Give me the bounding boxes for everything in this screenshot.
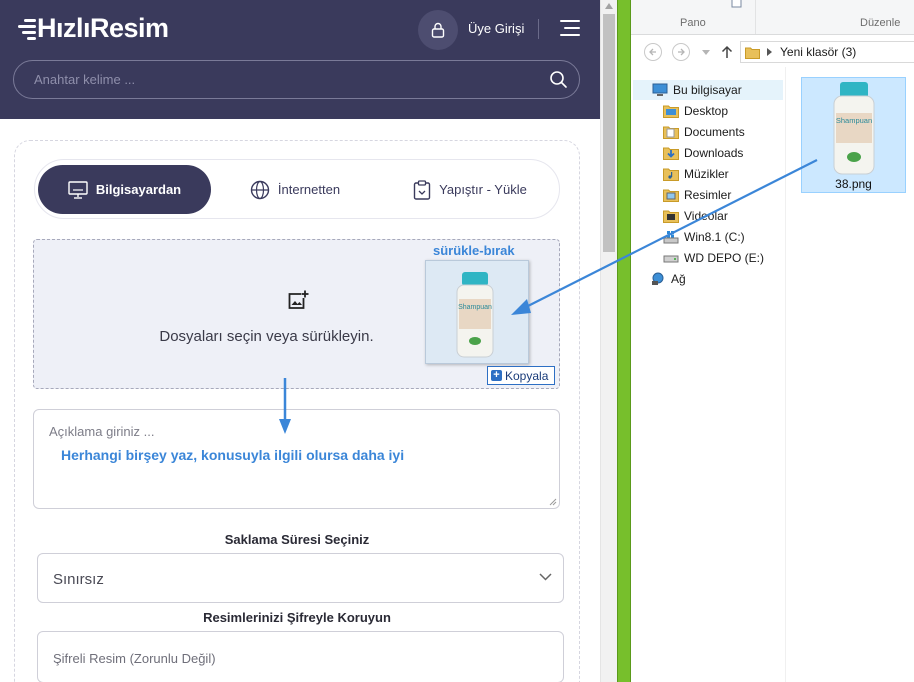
breadcrumb-separator-icon [767, 48, 772, 56]
drag-drop-annotation: sürükle-bırak [433, 243, 515, 258]
network-icon [652, 272, 664, 285]
copy-drag-badge: + Kopyala [487, 366, 555, 385]
tree-item-desktop[interactable]: Desktop [663, 101, 728, 121]
back-button[interactable] [644, 43, 662, 61]
password-placeholder: Şifreli Resim (Zorunlu Değil) [53, 651, 216, 666]
tree-item-label: Win8.1 (C:) [684, 230, 745, 244]
explorer-nav-bar: Yeni klasör (3) [631, 36, 914, 67]
scrollbar-thumb[interactable] [603, 14, 615, 252]
tree-item-label: Videolar [684, 209, 728, 223]
globe-icon [250, 180, 270, 199]
svg-text:Shampuan: Shampuan [836, 116, 872, 125]
search-icon[interactable] [549, 70, 568, 89]
pictures-folder-icon [663, 189, 679, 202]
recent-locations-chevron-icon[interactable] [702, 50, 710, 55]
tree-item-label: Müzikler [684, 167, 729, 181]
tree-item-downloads[interactable]: Downloads [663, 143, 743, 163]
tab-computer-label: Bilgisayardan [95, 182, 182, 197]
folder-icon [663, 105, 679, 118]
file-item-38png[interactable]: Shampuan 38.png [801, 77, 906, 193]
tree-item-music[interactable]: Müzikler [663, 164, 729, 184]
ribbon-group-clipboard: Pano [680, 17, 706, 29]
file-name: 38.png [835, 177, 872, 191]
upload-tabs: Bilgisayardan İnternetten Yapıştır - Yük… [34, 159, 560, 219]
tree-item-label: Resimler [684, 188, 732, 202]
windows-drive-icon [663, 231, 679, 244]
storage-duration-value: Sınırsız [53, 571, 104, 588]
login-lock-button[interactable] [418, 10, 458, 50]
file-explorer-window: Pano Düzenle Yeni klasör (3) Bu bilgisay… [631, 0, 914, 682]
description-placeholder: Açıklama giriniz ... [49, 424, 155, 439]
svg-text:Shampuan: Shampuan [458, 304, 492, 311]
login-link[interactable]: Üye Girişi [468, 21, 524, 36]
resize-handle-icon[interactable] [549, 498, 557, 506]
explorer-ribbon: Pano Düzenle [631, 0, 914, 35]
arrow-left-icon [649, 48, 656, 56]
hamburger-menu-icon[interactable] [560, 19, 580, 37]
storage-duration-label: Saklama Süresi Seçiniz [224, 532, 370, 547]
desktop-icon [68, 180, 88, 199]
download-folder-icon [663, 147, 679, 160]
forward-button[interactable] [672, 43, 690, 61]
tree-item-label: Desktop [684, 104, 729, 118]
tree-item-drive-c[interactable]: Win8.1 (C:) [663, 227, 745, 247]
storage-duration-select[interactable]: Sınırsız [37, 553, 564, 603]
browser-viewport: HızlıResim Üye Girişi Anahtar kelime ... [0, 0, 600, 682]
password-field[interactable]: Şifreli Resim (Zorunlu Değil) [37, 631, 564, 682]
video-folder-icon [663, 210, 679, 223]
tree-item-drive-e[interactable]: WD DEPO (E:) [663, 248, 764, 268]
dragged-image-preview: Shampuan [425, 260, 529, 364]
logo-text: HızlıResim [37, 12, 169, 43]
tree-item-pictures[interactable]: Resimler [663, 185, 731, 205]
tree-item-label: Bu bilgisayar [673, 83, 742, 97]
search-bar[interactable]: Anahtar kelime ... [13, 60, 580, 99]
clipboard-icon [413, 179, 431, 200]
search-input[interactable]: Anahtar kelime ... [34, 72, 135, 87]
address-text: Yeni klasör (3) [780, 45, 857, 59]
tab-paste-upload[interactable]: Yapıştır - Yükle [395, 165, 545, 214]
tab-computer[interactable]: Bilgisayardan [38, 165, 211, 214]
add-image-icon [288, 290, 309, 309]
music-folder-icon [663, 168, 679, 181]
shampoo-thumbnail: Shampuan [833, 82, 875, 175]
tab-internet[interactable]: İnternetten [231, 165, 359, 214]
password-label: Resimlerinizi Şifreyle Koruyun [203, 610, 391, 625]
shampoo-bottle-image: Shampuan [426, 261, 528, 363]
tree-item-network[interactable]: Ağ [650, 269, 686, 289]
address-bar[interactable]: Yeni klasör (3) [740, 41, 914, 63]
plus-icon: + [491, 370, 502, 381]
header-divider [538, 19, 539, 39]
description-annotation: Herhangi birşey yaz, konusuyla ilgili ol… [61, 447, 405, 463]
up-arrow-icon[interactable] [721, 45, 733, 59]
tree-item-label: Ağ [671, 272, 686, 286]
browser-scrollbar[interactable] [600, 0, 617, 682]
lock-icon [431, 22, 445, 38]
tree-item-label: Documents [684, 125, 745, 139]
chevron-down-icon [539, 573, 552, 581]
window-border [617, 0, 631, 682]
tab-paste-upload-label: Yapıştır - Yükle [439, 182, 527, 197]
tree-item-documents[interactable]: Documents [663, 122, 745, 142]
logo-speed-lines-icon [16, 16, 36, 40]
drive-icon [663, 255, 679, 263]
site-logo[interactable]: HızlıResim [16, 10, 169, 46]
copy-path-icon[interactable] [731, 0, 743, 8]
tree-item-label: WD DEPO (E:) [684, 251, 764, 265]
arrow-right-icon [678, 48, 685, 56]
folder-icon [663, 126, 679, 139]
copy-label: Kopyala [505, 368, 549, 383]
tree-item-label: Downloads [684, 146, 744, 160]
site-header: HızlıResim Üye Girişi Anahtar kelime ... [0, 0, 600, 119]
ribbon-separator [755, 0, 756, 34]
folder-icon [745, 47, 760, 59]
navigation-pane: Bu bilgisayar Desktop Documents Download… [631, 67, 786, 682]
ribbon-group-edit: Düzenle [860, 17, 901, 29]
computer-icon [652, 83, 668, 96]
tree-item-this-pc[interactable]: Bu bilgisayar [633, 80, 783, 100]
tree-item-videos[interactable]: Videolar [663, 206, 728, 226]
scroll-up-arrow-icon[interactable] [605, 3, 613, 9]
tab-internet-label: İnternetten [277, 182, 341, 197]
